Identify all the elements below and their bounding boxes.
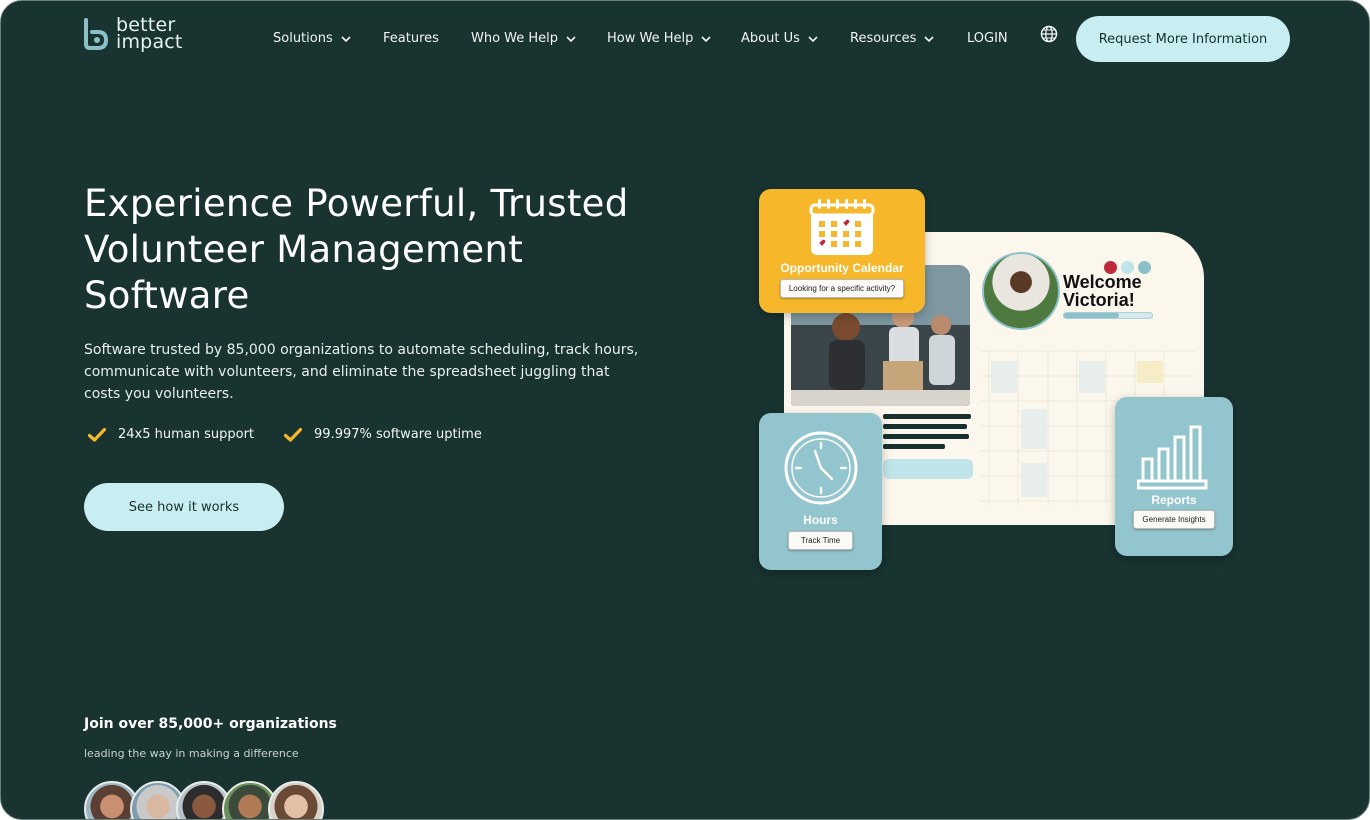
- check-icon: [88, 427, 106, 442]
- find-activity-button[interactable]: Looking for a specific activity?: [779, 279, 905, 298]
- text-line: [883, 414, 971, 419]
- card-title: Opportunity Calendar: [780, 261, 904, 275]
- avatar: [982, 252, 1060, 330]
- nav-label: How We Help: [607, 31, 694, 46]
- join-subheading: leading the way in making a difference: [84, 747, 299, 760]
- chevron-down-icon: [341, 35, 351, 42]
- card-title: Hours: [803, 513, 838, 527]
- join-heading: Join over 85,000+ organizations: [84, 716, 337, 732]
- reports-card[interactable]: Reports Generate Insights: [1115, 397, 1233, 556]
- see-how-it-works-button[interactable]: See how it works: [84, 483, 284, 531]
- top-nav: Solutions Features Who We Help How We He…: [1, 1, 1369, 77]
- welcome-line2: Victoria!: [1063, 290, 1135, 310]
- card-title: Reports: [1151, 493, 1197, 507]
- clock-icon: [784, 431, 857, 505]
- teal-bar: [883, 459, 973, 479]
- check-label: 24x5 human support: [118, 427, 255, 442]
- check-label: 99.997% software uptime: [314, 427, 482, 442]
- feature-checks: 24x5 human support 99.997% software upti…: [88, 427, 482, 442]
- nav-login[interactable]: LOGIN: [967, 31, 1008, 46]
- text-line: [883, 444, 945, 449]
- nav-label: About Us: [741, 31, 800, 46]
- opportunity-calendar-card[interactable]: Opportunity Calendar Looking for a speci…: [759, 189, 925, 313]
- request-info-button[interactable]: Request More Information: [1076, 16, 1290, 62]
- hero-title: Experience Powerful, Trusted Volunteer M…: [84, 182, 629, 317]
- progress-bar: [1063, 312, 1153, 319]
- welcome-text: Welcome Victoria!: [1063, 273, 1142, 309]
- page: better impact Solutions Features Who We …: [0, 0, 1370, 820]
- globe-icon[interactable]: [1040, 25, 1058, 43]
- nav-label: Solutions: [273, 31, 333, 46]
- hero-subtitle: Software trusted by 85,000 organizations…: [84, 342, 639, 402]
- chevron-down-icon: [701, 35, 711, 42]
- avatar: [268, 781, 324, 819]
- nav-resources[interactable]: Resources: [850, 31, 935, 46]
- nav-solutions[interactable]: Solutions: [273, 31, 352, 46]
- text-line: [883, 424, 967, 429]
- avatar-group: [84, 781, 324, 819]
- nav-label: LOGIN: [967, 31, 1008, 46]
- chevron-down-icon: [808, 35, 818, 42]
- nav-label: Who We Help: [471, 31, 559, 46]
- track-time-button[interactable]: Track Time: [787, 531, 854, 550]
- hours-card[interactable]: Hours Track Time: [759, 413, 882, 570]
- generate-insights-button[interactable]: Generate Insights: [1133, 510, 1215, 529]
- check-item: 99.997% software uptime: [284, 427, 482, 442]
- check-icon: [284, 427, 303, 442]
- check-item: 24x5 human support: [88, 427, 254, 442]
- nav-label: Resources: [850, 31, 917, 46]
- calendar-icon: [809, 199, 875, 255]
- nav-about-us[interactable]: About Us: [741, 31, 819, 46]
- chevron-down-icon: [566, 35, 576, 42]
- nav-features[interactable]: Features: [383, 31, 439, 46]
- nav-who-we-help[interactable]: Who We Help: [471, 31, 577, 46]
- nav-how-we-help[interactable]: How We Help: [607, 31, 712, 46]
- text-line: [883, 434, 969, 439]
- chevron-down-icon: [924, 35, 934, 42]
- nav-label: Features: [383, 31, 439, 46]
- welcome-line1: Welcome: [1063, 272, 1142, 292]
- bar-chart-icon: [1137, 425, 1208, 490]
